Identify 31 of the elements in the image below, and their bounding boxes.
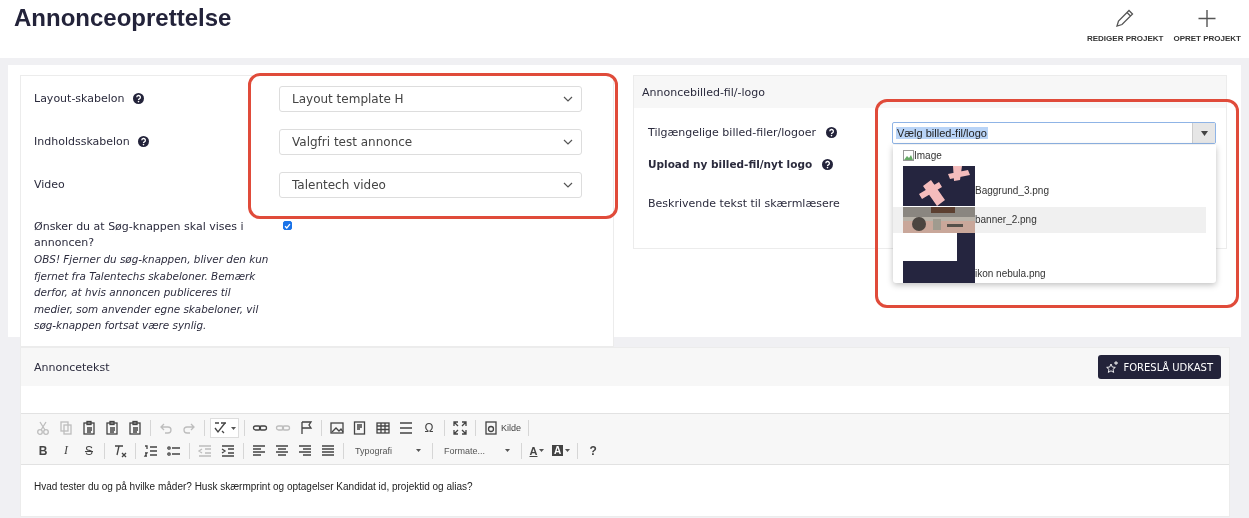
dropdown-option[interactable]: ikon nebula.png (893, 232, 1216, 283)
warning-note: OBS! Fjerner du søg-knappen, bliver den kun fjernet fra Talentechs skabeloner. Bemærk derfor, at hvis annoncen publiceres til medier, som anvender egne skabeloner, vil søg-knappen fortsat være synlig. (34, 252, 270, 333)
strikethrough-button[interactable]: S (79, 441, 99, 460)
field-label: Tilgængelige billed-filer/logoer (648, 125, 816, 139)
field-label: Indholdsskabelon (34, 135, 130, 148)
panel-title: Annoncetekst (34, 360, 110, 374)
select-field[interactable]: Valgfri test annonce (279, 129, 582, 155)
style-dropdown[interactable]: Typografi (349, 445, 427, 456)
help-button[interactable]: ? (583, 441, 604, 460)
editor-text: Hvad tester du og på hvilke måder? Husk skærmprint og optagelser Kandidat id, projektid og alias? (34, 481, 474, 492)
background-color-button[interactable]: A (550, 441, 573, 460)
select-field[interactable]: Layout template H (279, 86, 582, 112)
field-label: Ønsker du at Søg-knappen skal vises i annoncen? (34, 219, 245, 251)
image-select-field[interactable]: Vælg billed-fil/logo (892, 122, 1216, 144)
create-project-button[interactable]: OPRET PROJEKT (1173, 6, 1241, 43)
field-label: Layout-skabelon (34, 92, 125, 105)
style-dropdown[interactable]: Formate... (438, 445, 516, 456)
text-color-button[interactable]: A (527, 441, 547, 460)
source-button[interactable]: Kilde (481, 419, 523, 437)
bold-button[interactable]: B (33, 441, 53, 460)
select-field[interactable]: Talentech video (279, 172, 582, 198)
edit-project-button[interactable]: REDIGER PROJEKT (1086, 6, 1164, 43)
field-label: Upload ny billed-fil/nyt logo (648, 158, 813, 170)
symbol-button[interactable]: Ω (419, 419, 439, 437)
suggest-draft-button[interactable]: FORESLÅ UDKAST (1098, 355, 1221, 379)
page-title: Annonceoprettelse (14, 4, 232, 32)
panel-title: Annoncebilled-fil/-logo (642, 85, 765, 99)
field-label: Video (34, 178, 65, 191)
dropdown-option[interactable]: Image (893, 145, 1216, 163)
italic-button[interactable]: I (56, 441, 76, 460)
field-label: Beskrivende tekst til skærmlæsere (648, 196, 840, 210)
